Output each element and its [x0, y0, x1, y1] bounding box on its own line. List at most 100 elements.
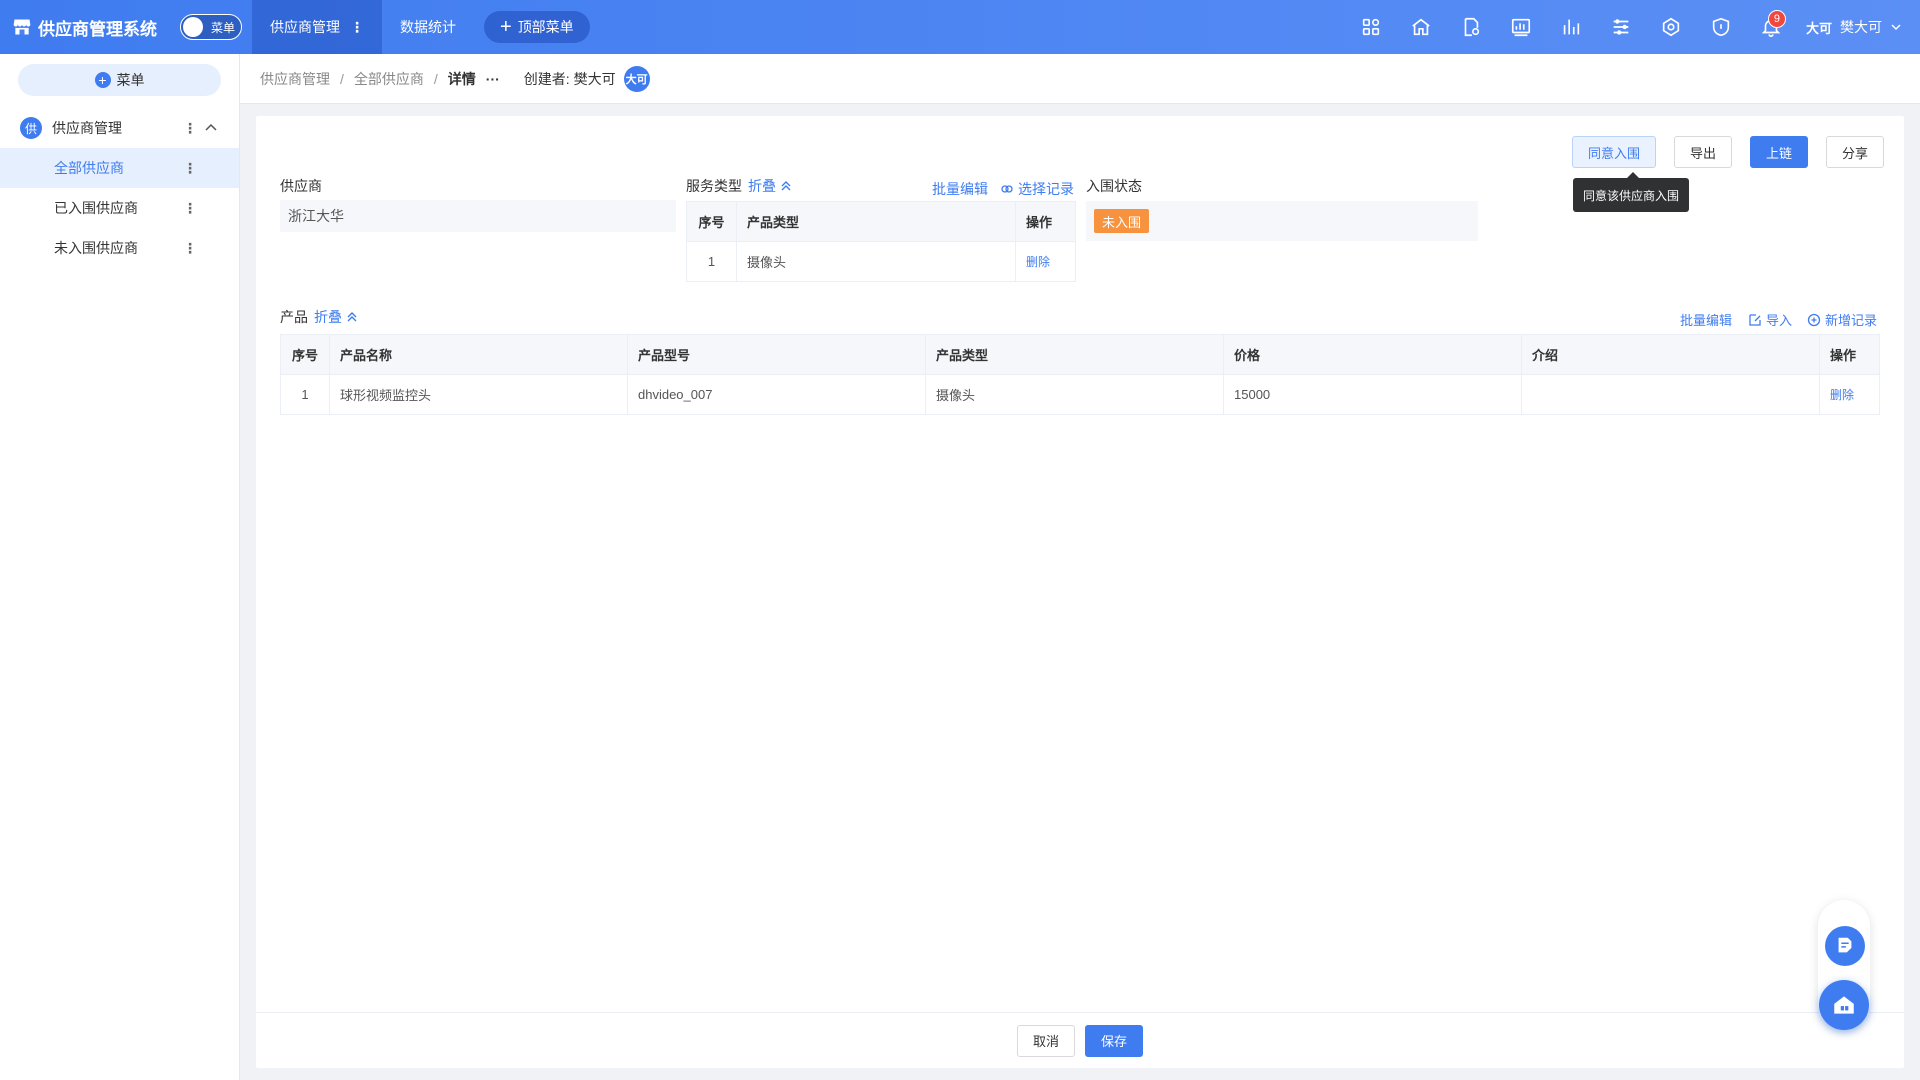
user-name: 樊大可 [1840, 19, 1882, 35]
form-footer: 取消 保存 [256, 1012, 1904, 1068]
service-type-label: 服务类型 [686, 178, 742, 194]
table-row: 1 摄像头 删除 [686, 241, 1076, 282]
menu-toggle-switch[interactable]: 菜单 [180, 14, 242, 40]
plus-circle-icon [1807, 313, 1821, 326]
service-type-table: 序号 产品类型 操作 1 摄像头 删除 [686, 201, 1076, 282]
sidebar-menu-button[interactable]: + 菜单 [18, 64, 221, 96]
shield-icon[interactable] [1696, 0, 1746, 54]
more-vertical-icon[interactable]: ⋮ [350, 19, 364, 36]
action-toolbar: 同意入围 导出 上链 分享 [1571, 136, 1884, 168]
breadcrumb-separator: / [340, 70, 344, 87]
more-vertical-icon[interactable]: ⋮ [183, 120, 197, 137]
creator-avatar: 大可 [623, 65, 650, 92]
more-horizontal-icon[interactable]: ··· [486, 71, 500, 87]
group-label: 供应商管理 [52, 120, 122, 136]
top-nav-label: 供应商管理 [270, 19, 340, 35]
creator-info: 创建者: 樊大可 大可 [523, 65, 650, 92]
cell-index: 1 [280, 374, 330, 415]
chevron-up-icon[interactable] [204, 121, 218, 135]
cell-product-name: 球形视频监控头 [329, 374, 628, 415]
col-header-index: 序号 [280, 334, 330, 375]
cell-product-type: 摄像头 [736, 241, 1016, 282]
top-menu-button[interactable]: + 顶部菜单 [484, 11, 590, 43]
col-header-intro: 介绍 [1521, 334, 1820, 375]
bar-chart-icon[interactable] [1546, 0, 1596, 54]
menu-toggle-label: 菜单 [211, 20, 236, 35]
chevron-up-icon [781, 181, 791, 191]
approve-button[interactable]: 同意入围 [1571, 136, 1656, 168]
layers-icon[interactable] [1596, 0, 1646, 54]
col-header-product-name: 产品名称 [329, 334, 628, 375]
delete-link[interactable]: 删除 [1819, 374, 1880, 415]
collapse-label: 折叠 [314, 309, 342, 325]
share-button[interactable]: 分享 [1825, 136, 1884, 168]
top-nav: 供应商管理 ⋮ 数据统计 + 顶部菜单 [252, 0, 590, 54]
breadcrumb-item-all-suppliers[interactable]: 全部供应商 [354, 69, 424, 89]
delete-link[interactable]: 删除 [1015, 241, 1076, 282]
detail-card: 同意入围 导出 上链 分享 同意该供应商入围 供应商 浙江大华 服务类型 折叠 … [256, 116, 1904, 1068]
brand[interactable]: 供应商管理系统 [0, 15, 166, 40]
col-header-product-type: 产品类型 [925, 334, 1224, 375]
select-record-link[interactable]: 选择记录 [1000, 179, 1074, 199]
home-icon[interactable] [1396, 0, 1446, 54]
cell-product-model: dhvideo_007 [627, 374, 926, 415]
note-edit-button[interactable] [1825, 926, 1865, 966]
col-header-operation: 操作 [1819, 334, 1880, 375]
products-collapse[interactable]: 折叠 [314, 307, 358, 327]
col-header-product-model: 产品型号 [627, 334, 926, 375]
sidebar-menu-label: 菜单 [116, 72, 145, 88]
user-avatar: 大可 [1805, 20, 1832, 36]
sidebar-item-shortlisted-suppliers[interactable]: 已入围供应商 ⋮ [0, 188, 239, 228]
sidebar-item-all-suppliers[interactable]: 全部供应商 ⋮ [0, 148, 239, 188]
import-label: 导入 [1766, 313, 1793, 328]
chevron-up-icon [347, 312, 357, 322]
top-nav-label: 数据统计 [400, 19, 456, 35]
service-type-collapse[interactable]: 折叠 [748, 176, 792, 196]
export-button[interactable]: 导出 [1673, 136, 1732, 168]
collapse-label: 折叠 [748, 178, 776, 194]
bell-icon[interactable]: 9 [1746, 0, 1796, 54]
dashboard-icon[interactable] [1496, 0, 1546, 54]
sidebar-item-label: 已入围供应商 [54, 200, 138, 216]
toggle-knob [183, 17, 203, 37]
col-header-product-type: 产品类型 [736, 201, 1016, 242]
sidebar-item-non-shortlisted-suppliers[interactable]: 未入围供应商 ⋮ [0, 228, 239, 268]
more-vertical-icon[interactable]: ⋮ [183, 200, 197, 217]
home-float-button[interactable] [1819, 980, 1869, 1030]
products-batch-edit-link[interactable]: 批量编辑 [1680, 310, 1732, 329]
document-settings-icon[interactable] [1446, 0, 1496, 54]
top-nav-data-statistics[interactable]: 数据统计 [382, 0, 474, 54]
plus-circle-icon: + [94, 72, 111, 88]
breadcrumb-item-supplier-management[interactable]: 供应商管理 [260, 69, 330, 89]
cell-price: 15000 [1223, 374, 1522, 415]
import-link[interactable]: 导入 [1748, 310, 1792, 329]
app-title: 供应商管理系统 [38, 19, 157, 39]
chain-button[interactable]: 上链 [1749, 136, 1808, 168]
cancel-button[interactable]: 取消 [1016, 1024, 1075, 1057]
save-button[interactable]: 保存 [1085, 1024, 1144, 1057]
network-icon[interactable] [1646, 0, 1696, 54]
link-icon [1001, 185, 1013, 193]
user-menu[interactable]: 大可 樊大可 [1796, 17, 1920, 37]
more-vertical-icon[interactable]: ⋮ [183, 240, 197, 257]
service-batch-edit-link[interactable]: 批量编辑 [932, 179, 988, 199]
products-label: 产品 [280, 309, 308, 325]
supplier-field[interactable]: 浙江大华 [280, 200, 676, 232]
more-vertical-icon[interactable]: ⋮ [183, 160, 197, 177]
apps-icon[interactable] [1346, 0, 1396, 54]
service-type-header: 服务类型 折叠 [686, 176, 792, 196]
creator-name: 樊大可 [573, 70, 616, 87]
top-nav-supplier-management[interactable]: 供应商管理 ⋮ [252, 0, 382, 54]
status-label: 入围状态 [1086, 178, 1142, 194]
products-header: 产品 折叠 [280, 307, 358, 327]
add-record-label: 新增记录 [1825, 313, 1878, 328]
edit-icon [1749, 313, 1761, 326]
sidebar-group-supplier-management[interactable]: 供 供应商管理 ⋮ [0, 108, 239, 148]
cell-product-type: 摄像头 [925, 374, 1224, 415]
creator-label: 创建者: [523, 70, 570, 87]
status-field: 未入围 [1086, 201, 1478, 241]
add-record-link[interactable]: 新增记录 [1807, 310, 1877, 329]
notification-badge: 9 [1767, 10, 1786, 28]
sidebar: + 菜单 供 供应商管理 ⋮ 全部供应商 ⋮ 已入围供应商 ⋮ 未入围供应商 ⋮ [0, 54, 240, 1080]
group-icon: 供 [20, 117, 42, 139]
